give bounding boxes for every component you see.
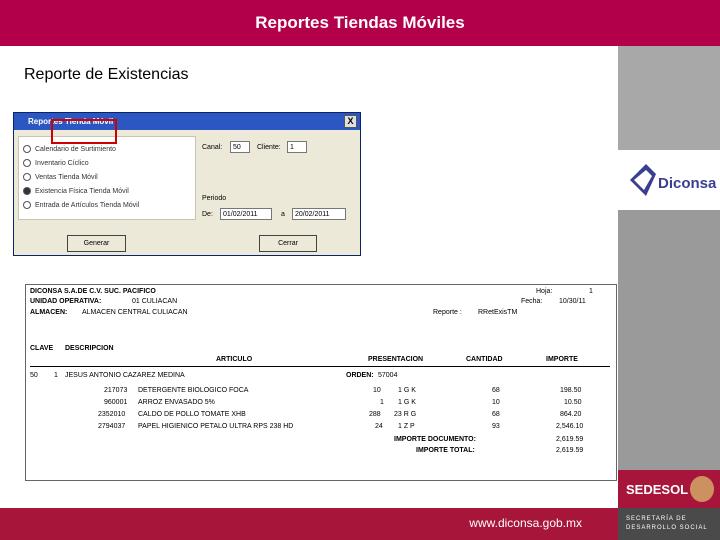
col-importe: IMPORTE — [546, 356, 578, 363]
to-date-field[interactable]: 20/02/2011 — [292, 208, 346, 220]
close-icon[interactable]: X — [344, 115, 357, 128]
row-pres-num: 10 — [373, 387, 381, 394]
top-banner: Reportes Tiendas Móviles — [0, 0, 720, 46]
close-button[interactable]: Cerrar — [259, 235, 317, 252]
row-articulo: CALDO DE POLLO TOMATE XHB — [138, 411, 246, 418]
header-divider — [30, 366, 610, 367]
row-importe: 198.50 — [560, 387, 582, 394]
coat-of-arms-icon — [690, 476, 714, 502]
row-pres-unit: 1 G K — [398, 399, 416, 406]
client-canal: 50 — [30, 372, 38, 379]
report-options-panel: Calendario de Surtimiento Inventario Cíc… — [18, 136, 196, 220]
generate-button[interactable]: Generar — [67, 235, 126, 252]
radio-icon[interactable] — [23, 159, 31, 167]
cliente-field[interactable]: 1 — [287, 141, 307, 153]
cliente-label: Cliente: — [257, 144, 281, 151]
radio-icon[interactable] — [23, 145, 31, 153]
client-name: JESUS ANTONIO CAZAREZ MEDINA — [65, 372, 185, 379]
canal-label: Canal: — [202, 144, 223, 151]
fecha-label: Fecha: — [521, 298, 543, 305]
footer-bar: www.diconsa.gob.mx — [0, 508, 618, 540]
secretaria-line-1: SECRETARÍA DE — [626, 516, 687, 522]
row-cantidad: 68 — [492, 411, 500, 418]
sidebar-lower — [618, 210, 720, 470]
de-label: De: — [202, 211, 213, 218]
secretaria-line-2: DESARROLLO SOCIAL — [626, 525, 708, 531]
hoja-label: Hoja: — [536, 288, 553, 295]
importe-total-label: IMPORTE TOTAL: — [416, 447, 475, 454]
logo-text: Diconsa — [658, 175, 717, 192]
sedesol-bar: SEDESOL — [618, 470, 720, 508]
row-code: 2794037 — [98, 423, 126, 430]
periodo-label: Periodo — [202, 195, 227, 202]
row-cantidad: 68 — [492, 387, 500, 394]
report-preview: DICONSA S.A.DE C.V. SUC. PACIFICO UNIDAD… — [25, 284, 617, 481]
hoja-value: 1 — [589, 288, 593, 295]
importe-total-value: 2,619.59 — [556, 447, 584, 454]
row-pres-unit: 1 G K — [398, 387, 416, 394]
orden-value: 57004 — [378, 372, 398, 379]
col-articulo: ARTICULO — [216, 356, 253, 363]
col-descripcion: DESCRIPCION — [65, 345, 114, 352]
orden-label: ORDEN: — [346, 372, 374, 379]
option-calendario[interactable]: Calendario de Surtimiento — [23, 145, 116, 153]
secretaria-block: SECRETARÍA DE DESARROLLO SOCIAL — [618, 508, 720, 540]
option-inventario[interactable]: Inventario Cíclico — [23, 159, 89, 167]
footer-url[interactable]: www.diconsa.gob.mx — [469, 516, 582, 530]
almacen-value: ALMACEN CENTRAL CULIACAN — [82, 309, 188, 316]
option-existencia[interactable]: Existencia Física Tienda Móvil — [23, 187, 129, 195]
highlight-box — [51, 119, 117, 144]
row-articulo: DETERGENTE BIOLOGICO FOCA — [138, 387, 249, 394]
row-cantidad: 10 — [492, 399, 500, 406]
reporte-label: Reporte : — [433, 309, 462, 316]
page-title: Reportes Tiendas Móviles — [255, 13, 465, 32]
row-pres-unit: 23 R G — [394, 411, 417, 418]
row-importe: 2,546.10 — [556, 423, 584, 430]
row-code: 960001 — [104, 399, 128, 406]
row-code: 2352010 — [98, 411, 126, 418]
from-date-field[interactable]: 01/02/2011 — [220, 208, 272, 220]
row-articulo: ARROZ ENVASADO 5% — [138, 399, 215, 406]
row-importe: 864.20 — [560, 411, 582, 418]
row-pres-num: 1 — [380, 399, 384, 406]
radio-icon[interactable] — [23, 173, 31, 181]
option-entrada[interactable]: Entrada de Artículos Tienda Móvil — [23, 201, 139, 209]
col-presentacion: PRESENTACION — [368, 356, 424, 363]
row-pres-unit: 1 Z P — [398, 423, 415, 430]
row-importe: 10.50 — [564, 399, 582, 406]
almacen-label: ALMACEN: — [30, 309, 68, 316]
reporte-value: RRetExisTM — [478, 309, 518, 316]
radio-icon[interactable] — [23, 201, 31, 209]
col-cantidad: CANTIDAD — [466, 356, 503, 363]
client-id: 1 — [54, 372, 58, 379]
company-name: DICONSA S.A.DE C.V. SUC. PACIFICO — [30, 288, 156, 295]
row-pres-num: 24 — [375, 423, 383, 430]
row-cantidad: 93 — [492, 423, 500, 430]
importe-documento-label: IMPORTE DOCUMENTO: — [394, 436, 476, 443]
col-clave: CLAVE — [30, 345, 54, 352]
importe-documento-value: 2,619.59 — [556, 436, 584, 443]
unidad-value: 01 CULIACAN — [132, 298, 178, 305]
canal-field[interactable]: 50 — [230, 141, 250, 153]
option-ventas[interactable]: Ventas Tienda Móvil — [23, 173, 98, 181]
sedesol-label: SEDESOL — [626, 482, 689, 497]
diconsa-logo: Diconsa — [628, 160, 718, 205]
radio-selected-icon[interactable] — [23, 187, 31, 195]
row-code: 217073 — [104, 387, 128, 394]
section-heading: Reporte de Existencias — [24, 66, 189, 83]
unidad-label: UNIDAD OPERATIVA: — [30, 298, 102, 305]
row-pres-num: 288 — [369, 411, 381, 418]
fecha-value: 10/30/11 — [559, 298, 586, 305]
row-articulo: PAPEL HIGIENICO PETALO ULTRA RPS 238 HD — [138, 423, 294, 430]
a-label: a — [281, 211, 285, 218]
